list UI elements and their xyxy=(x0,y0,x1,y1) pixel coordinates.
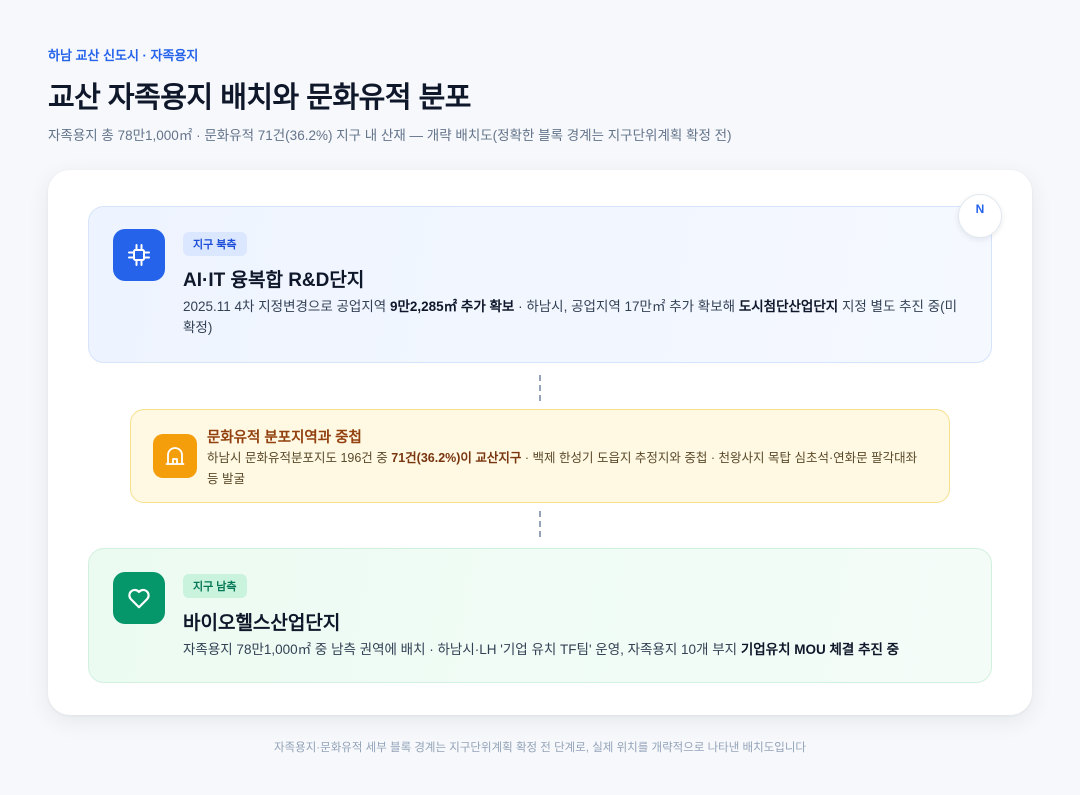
connector-dashed-line xyxy=(539,375,541,401)
page-subtitle: 자족용지 총 78만1,000㎡ · 문화유적 71건(36.2%) 지구 내 … xyxy=(48,128,732,143)
connector-dashed-line xyxy=(539,511,541,537)
compass-label: N xyxy=(975,202,985,216)
zone-north-card: 지구 북측 AI·IT 융복합 R&D단지 2025.11 4차 지정변경으로 … xyxy=(88,206,992,363)
zone-north-title: AI·IT 융복합 R&D단지 xyxy=(183,270,365,291)
chip-icon xyxy=(113,229,165,281)
zone-south-title: 바이오헬스산업단지 xyxy=(183,613,341,634)
zone-south-description: 자족용지 78만1,000㎡ 중 남측 권역에 배치 · 하남시·LH '기업 … xyxy=(183,639,965,660)
eyebrow-label: 하남 교산 신도시 · 자족용지 xyxy=(48,48,199,63)
heritage-overlap-description: 하남시 문화유적분포지도 196건 중 71건(36.2%)이 교산지구 · 백… xyxy=(207,448,927,490)
page-title: 교산 자족용지 배치와 문화유적 분포 xyxy=(48,82,471,114)
heritage-overlap-title: 문화유적 분포지역과 중첩 xyxy=(207,430,362,446)
zone-north-description: 2025.11 4차 지정변경으로 공업지역 9만2,285㎡ 추가 확보 · … xyxy=(183,296,965,338)
zone-north-desc-highlight-2: 도시첨단산업단지 xyxy=(738,299,839,314)
heritage-desc-highlight: 71건(36.2%)이 교산지구 xyxy=(391,451,522,465)
heritage-desc-text-1: 하남시 문화유적분포지도 196건 중 xyxy=(207,451,392,465)
zone-south-desc-text: 자족용지 78만1,000㎡ 중 남측 권역에 배치 · 하남시·LH '기업 … xyxy=(183,642,741,657)
footnote: 자족용지·문화유적 세부 블록 경계는 지구단위계획 확정 전 단계로, 실제 … xyxy=(273,742,807,754)
compass-north-indicator: N xyxy=(958,194,1002,238)
zone-south-card: 지구 남측 바이오헬스산업단지 자족용지 78만1,000㎡ 중 남측 권역에 … xyxy=(88,548,992,683)
zone-north-tag: 지구 북측 xyxy=(183,232,247,256)
heritage-overlap-card: 문화유적 분포지역과 중첩 하남시 문화유적분포지도 196건 중 71건(36… xyxy=(130,409,950,503)
heart-icon xyxy=(113,572,165,624)
zone-north-desc-text-2: · 하남시, 공업지역 17만㎡ 추가 확보해 xyxy=(514,299,739,314)
zone-south-desc-highlight: 기업유치 MOU 체결 추진 중 xyxy=(740,642,900,657)
zone-south-tag: 지구 남측 xyxy=(183,574,247,598)
zone-north-desc-text-1: 2025.11 4차 지정변경으로 공업지역 xyxy=(183,299,390,314)
heritage-gate-icon xyxy=(153,434,197,478)
zone-north-desc-highlight-1: 9만2,285㎡ 추가 확보 xyxy=(389,299,515,314)
